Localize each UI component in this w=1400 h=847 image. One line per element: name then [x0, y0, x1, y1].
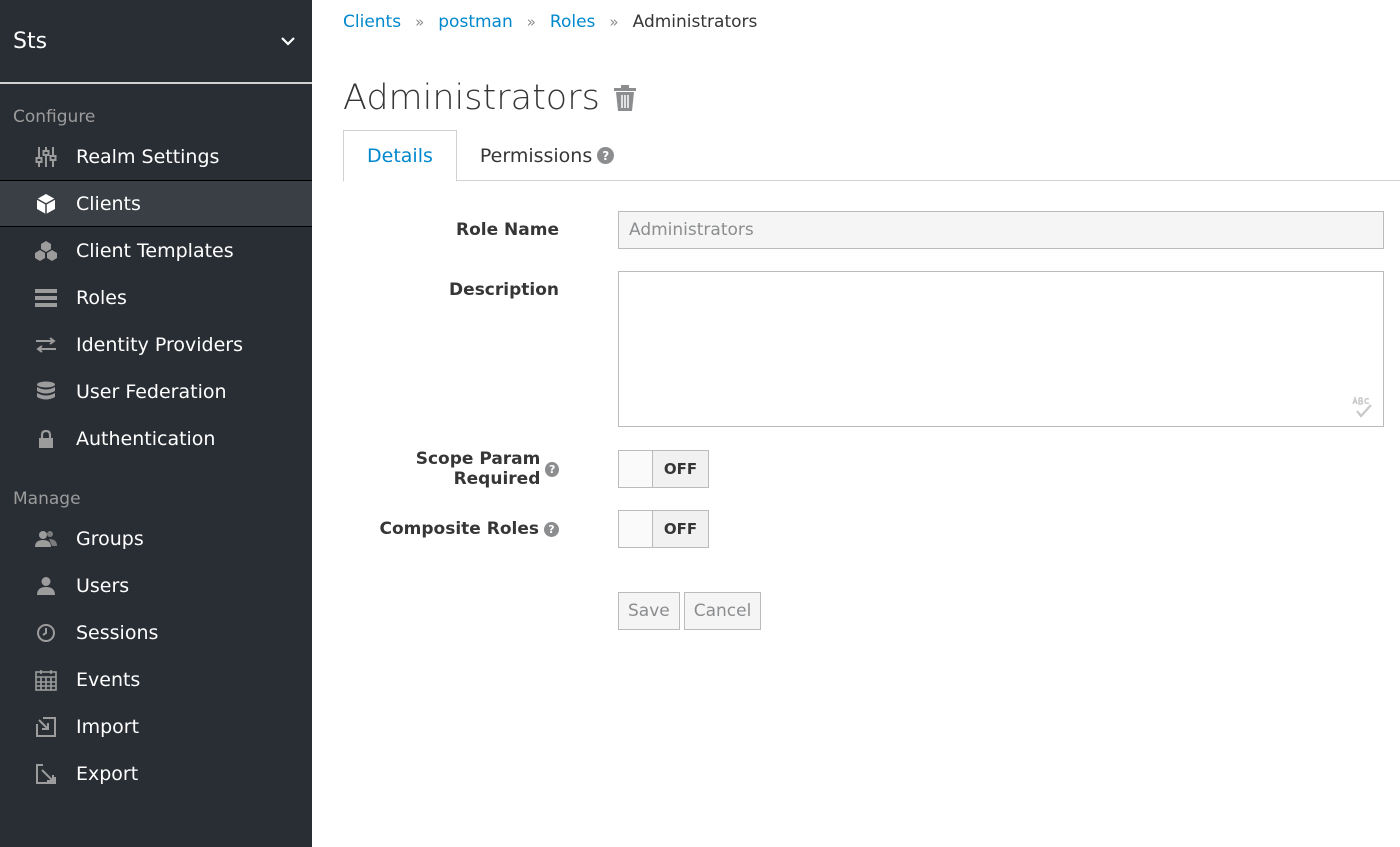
save-button[interactable]: Save	[618, 592, 680, 630]
configure-nav: Realm Settings Clients Client Templates …	[0, 133, 312, 462]
cancel-button[interactable]: Cancel	[683, 592, 762, 630]
sidebar-item-label: Identity Providers	[76, 333, 243, 356]
composite-roles-toggle[interactable]: OFF	[618, 510, 709, 548]
help-icon[interactable]: ?	[597, 147, 615, 164]
toggle-knob	[619, 511, 653, 547]
sidebar-item-label: Client Templates	[76, 239, 234, 262]
sliders-icon	[34, 145, 58, 169]
calendar-icon	[34, 668, 58, 692]
database-icon	[34, 380, 58, 404]
tab-details[interactable]: Details	[343, 130, 457, 182]
list-icon	[34, 286, 58, 310]
sidebar-item-clients[interactable]: Clients	[0, 180, 312, 227]
group-icon	[34, 527, 58, 551]
import-icon	[34, 715, 58, 739]
description-textarea[interactable]	[618, 271, 1384, 427]
tab-permissions-label: Permissions	[479, 144, 593, 167]
exchange-icon	[34, 333, 58, 357]
form-actions: Save Cancel	[618, 592, 762, 630]
tab-permissions[interactable]: Permissions ?	[457, 130, 637, 181]
role-name-input[interactable]: Administrators	[618, 211, 1384, 249]
breadcrumb-current: Administrators	[632, 12, 758, 32]
realm-selector[interactable]: Sts	[0, 0, 312, 84]
sidebar-item-import[interactable]: Import	[0, 703, 312, 750]
cube-icon	[34, 192, 58, 216]
sidebar-item-label: Import	[76, 715, 140, 738]
sidebar-item-label: Roles	[76, 286, 127, 309]
sidebar-item-authentication[interactable]: Authentication	[0, 415, 312, 462]
trash-icon[interactable]	[613, 83, 638, 113]
role-name-row: Role Name	[343, 211, 559, 249]
breadcrumb-clients[interactable]: Clients	[343, 12, 401, 32]
main-content: Clients » postman » Roles » Administrato…	[343, 0, 1400, 630]
breadcrumb-roles[interactable]: Roles	[550, 12, 596, 32]
sidebar-item-label: Groups	[76, 527, 144, 550]
sidebar-item-label: User Federation	[76, 380, 227, 403]
sidebar-item-identity-providers[interactable]: Identity Providers	[0, 321, 312, 368]
breadcrumb-client[interactable]: postman	[438, 12, 512, 32]
breadcrumb-separator-icon: »	[526, 13, 536, 31]
sidebar-item-events[interactable]: Events	[0, 656, 312, 703]
composite-roles-label-text: Composite Roles	[379, 519, 539, 539]
sidebar-item-label: Export	[76, 762, 139, 785]
scope-param-label-text: Scope Param Required	[415, 449, 541, 489]
sidebar-item-groups[interactable]: Groups	[0, 515, 312, 562]
sidebar-item-users[interactable]: Users	[0, 562, 312, 609]
sidebar-item-export[interactable]: Export	[0, 750, 312, 797]
sidebar-item-client-templates[interactable]: Client Templates	[0, 227, 312, 274]
role-name-label: Role Name	[456, 220, 559, 240]
tabs: Details Permissions ?	[343, 130, 1400, 182]
cubes-icon	[34, 239, 58, 263]
sidebar-item-sessions[interactable]: Sessions	[0, 609, 312, 656]
breadcrumb: Clients » postman » Roles » Administrato…	[343, 0, 1384, 44]
clock-icon	[34, 621, 58, 645]
page-title: Administrators	[343, 78, 600, 118]
sidebar: Sts Configure Realm Settings Clients Cli…	[0, 0, 312, 847]
description-row: Description	[343, 271, 559, 309]
section-label-configure: Configure	[13, 107, 96, 127]
composite-roles-label: Composite Roles ?	[343, 519, 559, 539]
sidebar-item-user-federation[interactable]: User Federation	[0, 368, 312, 415]
export-icon	[34, 762, 58, 786]
sidebar-item-label: Clients	[76, 192, 141, 215]
description-label: Description	[449, 280, 559, 300]
sidebar-item-label: Events	[76, 668, 141, 691]
help-icon[interactable]: ?	[544, 521, 559, 537]
chevron-down-icon[interactable]	[277, 30, 299, 52]
scope-param-label: Scope Param Required ?	[343, 449, 559, 489]
composite-roles-row: Composite Roles ?	[343, 510, 559, 548]
sidebar-item-label: Sessions	[76, 621, 159, 644]
sidebar-item-label: Users	[76, 574, 130, 597]
toggle-state: OFF	[663, 460, 698, 478]
sidebar-item-roles[interactable]: Roles	[0, 274, 312, 321]
breadcrumb-separator-icon: »	[609, 13, 619, 31]
realm-name: Sts	[13, 28, 48, 54]
sidebar-item-label: Authentication	[76, 427, 216, 450]
section-label-manage: Manage	[13, 489, 81, 509]
breadcrumb-separator-icon: »	[415, 13, 425, 31]
sidebar-item-label: Realm Settings	[76, 145, 220, 168]
title-row: Administrators	[343, 74, 1384, 122]
lock-icon	[34, 427, 58, 451]
user-icon	[34, 574, 58, 598]
toggle-state: OFF	[663, 520, 698, 538]
help-icon[interactable]: ?	[545, 461, 559, 477]
sidebar-item-realm-settings[interactable]: Realm Settings	[0, 133, 312, 180]
scope-param-row: Scope Param Required ?	[343, 449, 559, 489]
scope-param-toggle[interactable]: OFF	[618, 450, 709, 488]
manage-nav: Groups Users Sessions Events Import Expo…	[0, 515, 312, 797]
toggle-knob	[619, 451, 653, 487]
spellcheck-icon	[1351, 395, 1373, 418]
